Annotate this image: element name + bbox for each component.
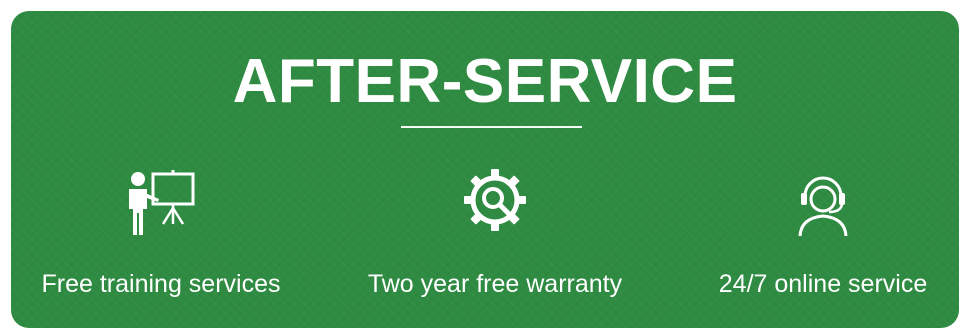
- feature-label: Two year free warranty: [367, 270, 623, 298]
- headset-support-icon: [783, 166, 863, 238]
- feature-label: 24/7 online service: [718, 270, 928, 298]
- feature-warranty: Two year free warranty: [345, 166, 645, 316]
- presentation-icon: [121, 166, 201, 238]
- feature-free-training: Free training services: [11, 166, 311, 316]
- feature-label: Free training services: [41, 270, 281, 298]
- after-service-banner: AFTER-SERVICE Free training services Two…: [11, 11, 959, 328]
- banner-title: AFTER-SERVICE: [232, 47, 738, 116]
- gear-search-icon: [455, 166, 535, 238]
- title-divider: [401, 126, 582, 128]
- feature-online-service: 24/7 online service: [673, 166, 959, 316]
